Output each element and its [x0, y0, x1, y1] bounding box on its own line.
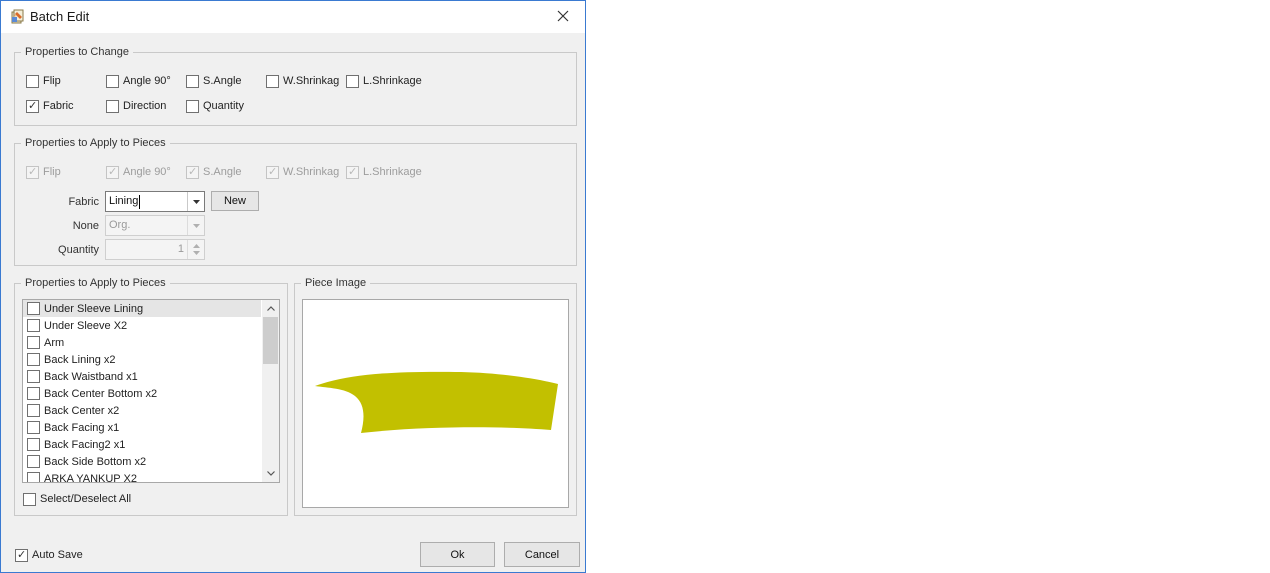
group-title: Properties to Change [21, 45, 133, 59]
apply-flip-checkbox[interactable]: ✓ Flip [26, 164, 61, 180]
change-direction-checkbox[interactable]: Direction [106, 98, 166, 114]
piece-shape [315, 371, 558, 433]
spin-up-icon[interactable] [192, 244, 200, 248]
batch-edit-icon [10, 8, 26, 24]
select-deselect-all-checkbox[interactable]: Select/Deselect All [23, 491, 131, 507]
cancel-button[interactable]: Cancel [504, 542, 580, 567]
check-icon: ✓ [17, 548, 27, 561]
quantity-stepper[interactable]: 1 [105, 239, 205, 260]
scroll-thumb[interactable] [263, 317, 278, 364]
new-fabric-button[interactable]: New [211, 191, 259, 211]
group-title: Piece Image [301, 276, 371, 290]
fabric-dropdown-button[interactable] [187, 192, 204, 211]
chevron-down-icon [192, 223, 200, 228]
close-icon [557, 10, 569, 22]
none-label: None [72, 220, 99, 232]
group-title: Properties to Apply to Pieces [21, 276, 170, 290]
pieces-listbox[interactable]: Under Sleeve Lining Under Sleeve X2 Arm … [22, 299, 280, 483]
check-icon: ✓ [348, 165, 358, 178]
list-item[interactable]: Back Center x2 [23, 402, 261, 419]
check-icon: ✓ [28, 165, 38, 178]
list-item[interactable]: Arm [23, 334, 261, 351]
check-icon: ✓ [268, 165, 278, 178]
none-combobox[interactable]: Org. [105, 215, 205, 236]
list-scrollbar[interactable] [262, 300, 279, 482]
chevron-down-icon [192, 199, 200, 204]
list-item[interactable]: Back Facing x1 [23, 419, 261, 436]
change-wshrinkage-checkbox[interactable]: W.Shrinkag [266, 73, 339, 89]
change-flip-checkbox[interactable]: Flip [26, 73, 61, 89]
properties-to-change-group: Properties to Change [14, 45, 577, 126]
check-icon: ✓ [28, 99, 38, 112]
list-item[interactable]: Back Lining x2 [23, 351, 261, 368]
quantity-spin-buttons[interactable] [187, 240, 204, 259]
none-value: Org. [109, 219, 131, 231]
change-fabric-checkbox[interactable]: ✓ Fabric [26, 98, 74, 114]
list-item[interactable]: Back Center Bottom x2 [23, 385, 261, 402]
chevron-down-icon [266, 471, 275, 476]
batch-edit-dialog: Batch Edit Properties to Change Flip Ang… [0, 0, 586, 573]
check-icon: ✓ [108, 165, 118, 178]
fabric-label: Fabric [68, 196, 99, 208]
list-item[interactable]: Back Side Bottom x2 [23, 453, 261, 470]
close-button[interactable] [550, 5, 576, 27]
chevron-up-icon [266, 306, 275, 311]
quantity-label: Quantity [58, 244, 99, 256]
apply-angle90-checkbox[interactable]: ✓ Angle 90° [106, 164, 171, 180]
window-title: Batch Edit [30, 9, 90, 24]
auto-save-checkbox[interactable]: ✓ Auto Save [15, 547, 83, 563]
quantity-value: 1 [177, 243, 184, 255]
piece-image-preview [302, 299, 569, 508]
change-lshrinkage-checkbox[interactable]: L.Shrinkage [346, 73, 422, 89]
change-sangle-checkbox[interactable]: S.Angle [186, 73, 242, 89]
spin-down-icon[interactable] [192, 251, 200, 255]
ok-button[interactable]: Ok [420, 542, 495, 567]
group-title: Properties to Apply to Pieces [21, 136, 170, 150]
list-item[interactable]: Under Sleeve Lining [23, 300, 261, 317]
check-icon: ✓ [188, 165, 198, 178]
list-item[interactable]: Under Sleeve X2 [23, 317, 261, 334]
list-item[interactable]: Back Waistband x1 [23, 368, 261, 385]
apply-wshrinkage-checkbox[interactable]: ✓ W.Shrinkag [266, 164, 339, 180]
apply-lshrinkage-checkbox[interactable]: ✓ L.Shrinkage [346, 164, 422, 180]
scroll-up-button[interactable] [262, 300, 279, 317]
change-angle90-checkbox[interactable]: Angle 90° [106, 73, 171, 89]
list-item[interactable]: Back Facing2 x1 [23, 436, 261, 453]
list-item[interactable]: ARKA YANKUP X2 [23, 470, 261, 482]
fabric-value: Lining [109, 195, 139, 207]
scroll-down-button[interactable] [262, 465, 279, 482]
apply-sangle-checkbox[interactable]: ✓ S.Angle [186, 164, 242, 180]
change-quantity-checkbox[interactable]: Quantity [186, 98, 244, 114]
title-bar: Batch Edit [1, 1, 585, 33]
none-dropdown-button[interactable] [187, 216, 204, 235]
fabric-combobox[interactable]: Lining [105, 191, 205, 212]
